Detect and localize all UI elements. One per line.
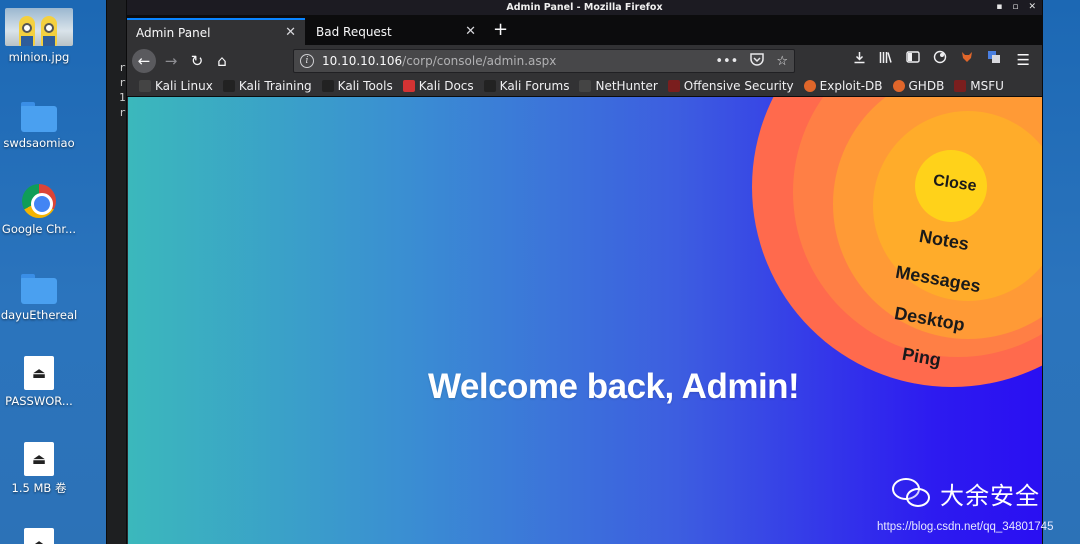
bookmark-label: Kali Docs (418, 79, 474, 93)
close-tab-icon[interactable]: ✕ (465, 24, 476, 39)
navigation-toolbar: ← → ↻ ⌂ i 10.10.10.106 /corp/console/adm… (127, 45, 1042, 76)
bookmark-kali-linux[interactable]: Kali Linux (139, 79, 213, 93)
kali-dragon-icon (321, 80, 334, 92)
kali-dragon-icon (222, 80, 235, 92)
bookmark-label: Kali Linux (155, 79, 213, 93)
kali-docs-icon (402, 80, 415, 92)
bookmark-exploit-db[interactable]: Exploit-DB (803, 79, 883, 93)
bookmark-kali-docs[interactable]: Kali Docs (402, 79, 474, 93)
nethunter-icon (579, 80, 592, 92)
watermark-brand: 大余安全 (892, 476, 1040, 511)
folder-icon (21, 102, 57, 132)
desktop-icon-label: dayuEthereal (0, 308, 78, 322)
eject-drive-icon: ⏏ (24, 528, 54, 544)
extension-globe-icon[interactable] (933, 50, 947, 68)
download-icon[interactable] (852, 51, 866, 68)
bookmark-kali-tools[interactable]: Kali Tools (321, 79, 393, 93)
desktop-icon-swdsaomiao[interactable]: swdsaomiao (0, 98, 78, 150)
wechat-icon (892, 477, 932, 510)
terminal-window-edge[interactable]: r r 1 r (106, 0, 128, 544)
tab-title: Admin Panel (136, 25, 211, 40)
bookmark-offensive-security[interactable]: Offensive Security (667, 79, 794, 93)
reload-button[interactable]: ↻ (185, 49, 209, 73)
chrome-icon (22, 184, 56, 218)
bookmark-label: Kali Forums (499, 79, 570, 93)
sidebar-icon[interactable] (906, 51, 920, 67)
bookmark-label: NetHunter (595, 79, 658, 93)
bookmark-label: GHDB (908, 79, 945, 93)
close-window-button[interactable]: ✕ (1028, 0, 1036, 15)
url-bar[interactable]: i 10.10.10.106 /corp/console/admin.aspx … (293, 49, 795, 73)
welcome-heading: Welcome back, Admin! (428, 367, 800, 406)
window-controls: ▪ ▫ ✕ (996, 0, 1036, 15)
desktop-icon-label: minion.jpg (8, 50, 70, 64)
new-tab-button[interactable]: + (493, 19, 508, 40)
eject-drive-icon: ⏏ (24, 442, 54, 476)
bookmark-ghdb[interactable]: GHDB (892, 79, 945, 93)
tab-bad-request[interactable]: Bad Request ✕ (307, 18, 485, 45)
firefox-window: Admin Panel - Mozilla Firefox ▪ ▫ ✕ Admi… (126, 0, 1043, 544)
forward-button[interactable]: → (159, 49, 183, 73)
extension-translate-icon[interactable] (987, 50, 1001, 68)
desktop-icon-google-chrome[interactable]: Google Chr... (0, 182, 78, 236)
url-host: 10.10.10.106 (322, 54, 403, 68)
ghdb-icon (892, 80, 905, 92)
bookmark-kali-training[interactable]: Kali Training (222, 79, 312, 93)
kali-dragon-icon (139, 80, 151, 92)
tab-admin-panel[interactable]: Admin Panel ✕ (127, 18, 305, 45)
desktop-icon-label: 1.5 MB 卷 (11, 481, 67, 495)
desktop-icon-dayuethereal[interactable]: dayuEthereal (0, 270, 78, 322)
kali-dragon-icon (483, 80, 496, 92)
site-info-icon[interactable]: i (300, 54, 314, 68)
bookmark-msfu[interactable]: MSFU (954, 79, 1004, 93)
page-actions-button[interactable]: ••• (715, 54, 738, 69)
hamburger-menu-icon[interactable]: ☰ (1017, 51, 1030, 69)
bookmark-label: Offensive Security (683, 79, 794, 93)
tab-title: Bad Request (316, 24, 392, 39)
bookmark-label: Kali Training (238, 79, 312, 93)
back-button[interactable]: ← (132, 49, 156, 73)
bookmark-kali-forums[interactable]: Kali Forums (483, 79, 570, 93)
desktop-icon-volume[interactable]: ⏏ 1.5 MB 卷 (0, 440, 78, 496)
maximize-button[interactable]: ▫ (1012, 0, 1018, 15)
window-titlebar[interactable]: Admin Panel - Mozilla Firefox ▪ ▫ ✕ (127, 0, 1042, 15)
exploit-db-icon (803, 80, 816, 92)
watermark-brand-text: 大余安全 (940, 482, 1040, 510)
toolbar-icons (852, 50, 1001, 68)
bookmark-star-icon[interactable]: ☆ (776, 54, 788, 69)
extension-fox-icon[interactable] (960, 50, 974, 68)
desktop-icon-label: Google Chr... (1, 222, 77, 236)
library-icon[interactable] (879, 51, 893, 68)
bookmark-label: Exploit-DB (819, 79, 883, 93)
desktop-icon-minion[interactable]: minion.jpg (0, 8, 78, 64)
home-button[interactable]: ⌂ (210, 49, 234, 73)
pocket-icon[interactable] (750, 52, 765, 70)
tab-strip: Admin Panel ✕ Bad Request ✕ + (127, 15, 1042, 45)
desktop-icon-drive-partial[interactable]: ⏏ (0, 526, 78, 544)
bookmark-label: MSFU (970, 79, 1004, 93)
url-actions: ••• ☆ (715, 52, 788, 70)
image-thumbnail-icon (5, 8, 73, 46)
desktop-icon-password-drive[interactable]: ⏏ PASSWOR... (0, 354, 78, 408)
url-path: /corp/console/admin.aspx (402, 54, 557, 68)
window-title: Admin Panel - Mozilla Firefox (506, 2, 663, 13)
desktop-icon-label: swdsaomiao (3, 136, 75, 150)
bookmark-label: Kali Tools (337, 79, 393, 93)
watermark-url: https://blog.csdn.net/qq_34801745 (877, 521, 1054, 533)
bookmark-nethunter[interactable]: NetHunter (579, 79, 658, 93)
close-tab-icon[interactable]: ✕ (285, 25, 296, 40)
msfu-icon (954, 80, 967, 92)
desktop-icon-label: PASSWOR... (5, 394, 73, 408)
bookmarks-toolbar: Kali Linux Kali Training Kali Tools Kali… (127, 76, 1042, 97)
minimize-button[interactable]: ▪ (996, 0, 1002, 15)
offsec-icon (667, 80, 680, 92)
folder-icon (21, 274, 57, 304)
eject-drive-icon: ⏏ (24, 356, 54, 390)
